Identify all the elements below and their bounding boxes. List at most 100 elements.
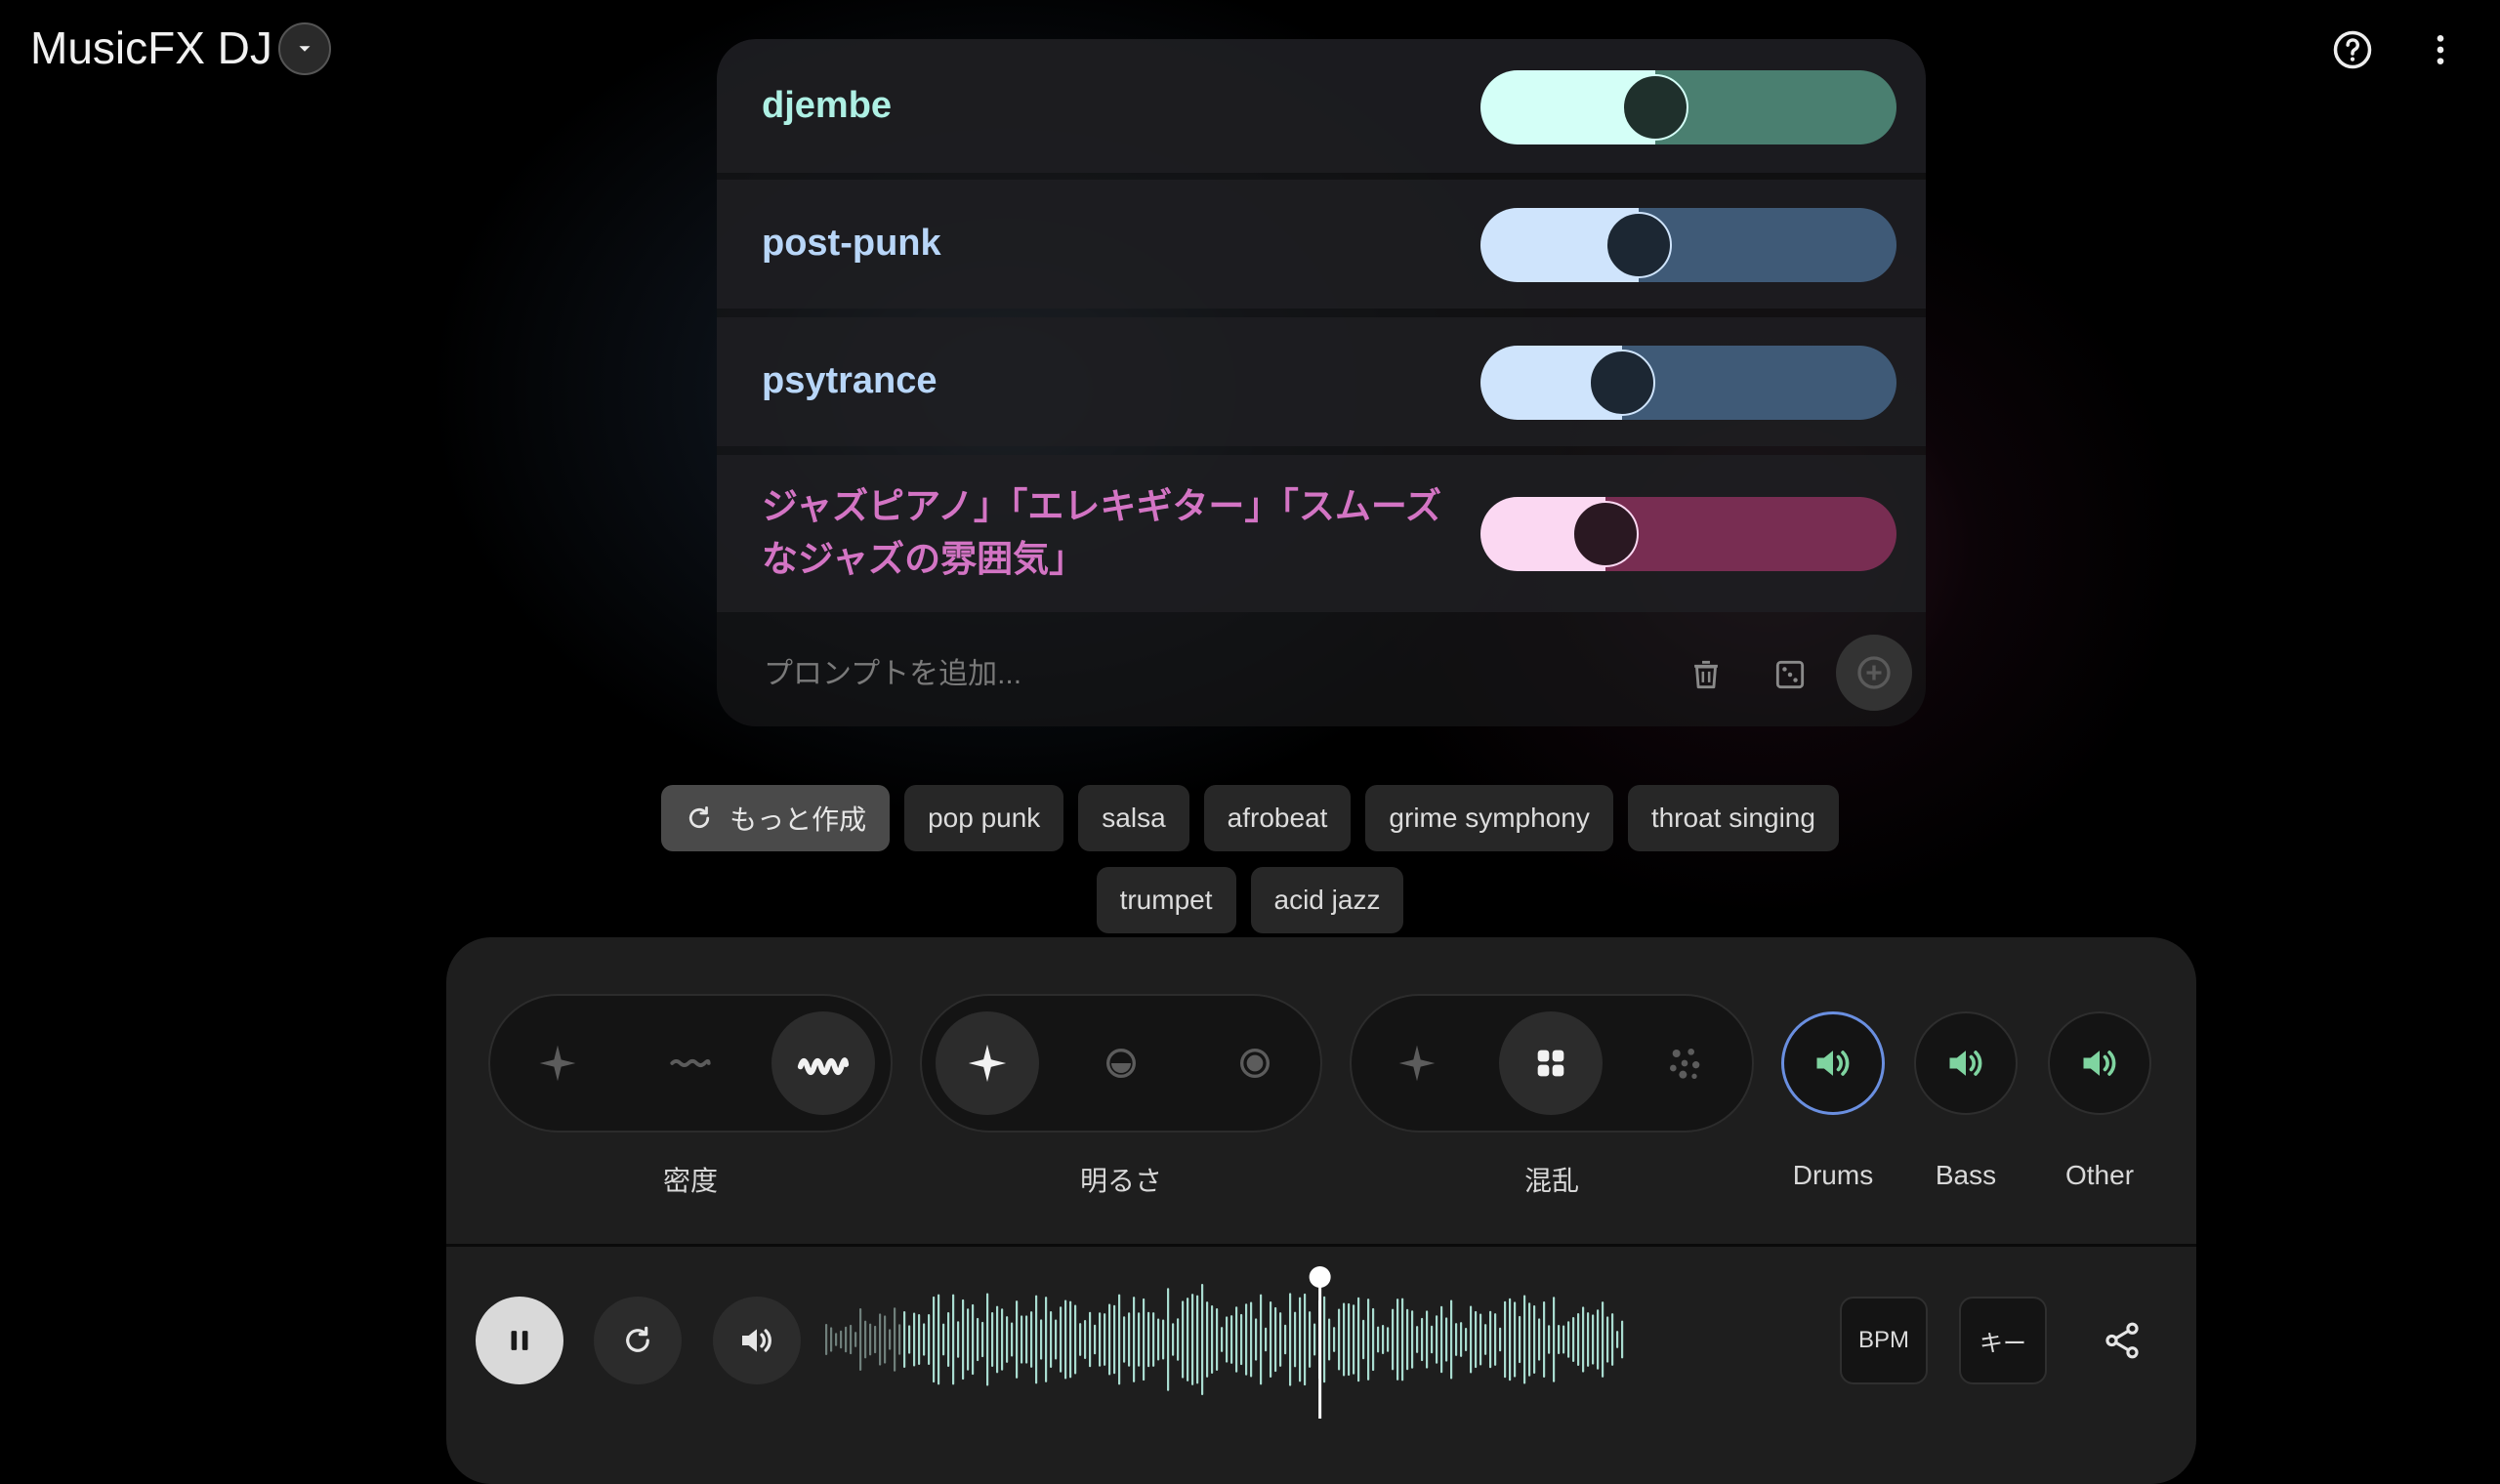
suggestion-chip[interactable]: salsa xyxy=(1078,785,1189,851)
waveform-display[interactable] xyxy=(822,1250,1625,1419)
help-button[interactable] xyxy=(2330,27,2375,72)
waveform-bar xyxy=(1133,1297,1136,1382)
stem-bass-button[interactable] xyxy=(1914,1011,2018,1115)
suggestion-chip[interactable]: afrobeat xyxy=(1203,785,1352,851)
chaos-option-0[interactable] xyxy=(1365,1011,1469,1115)
waveform-bar xyxy=(1582,1306,1585,1373)
waveform-bar xyxy=(1553,1297,1556,1382)
volume-button[interactable] xyxy=(713,1297,801,1384)
waveform-bar xyxy=(1592,1314,1595,1365)
prompt-weight-slider[interactable] xyxy=(1480,346,1896,420)
chaos-option-1[interactable] xyxy=(1499,1011,1603,1115)
scatter-icon xyxy=(1670,1049,1700,1079)
slider-thumb[interactable] xyxy=(1604,212,1672,278)
waveform-bar xyxy=(1201,1284,1204,1395)
waveform-bar xyxy=(1118,1294,1121,1385)
waveform-bar xyxy=(1294,1311,1297,1368)
waveform-bar xyxy=(1431,1325,1434,1354)
slider-thumb[interactable] xyxy=(1571,501,1639,567)
waveform-bar xyxy=(1353,1304,1355,1375)
waveform-bar xyxy=(908,1325,911,1354)
playhead-knob[interactable] xyxy=(1309,1266,1331,1288)
waveform-bar xyxy=(869,1323,872,1356)
key-button[interactable]: キー xyxy=(1959,1297,2047,1384)
waveform-bar xyxy=(1177,1318,1180,1361)
waveform-bar xyxy=(1499,1327,1502,1352)
waveform-bar xyxy=(947,1312,950,1367)
suggestion-chip[interactable]: throat singing xyxy=(1627,785,1839,851)
prompt-weight-slider[interactable] xyxy=(1480,208,1896,282)
brightness-label: 明るさ xyxy=(1079,1166,1162,1196)
waveform-bar xyxy=(1616,1331,1619,1348)
waveform-bar xyxy=(1270,1301,1272,1378)
prompt-text[interactable]: ジャズピアノ」「エレキギター」「スムーズなジャズの雰囲気」 xyxy=(762,480,1445,586)
brightness-option-2[interactable] xyxy=(1203,1011,1307,1115)
more-options-button[interactable] xyxy=(2418,27,2463,72)
waveform-bar xyxy=(1479,1313,1482,1366)
share-button[interactable] xyxy=(2078,1297,2166,1384)
waveform-bar xyxy=(1084,1319,1087,1360)
waveform-bar xyxy=(1333,1327,1336,1352)
bpm-button[interactable]: BPM xyxy=(1840,1297,1928,1384)
waveform-bar xyxy=(898,1324,901,1355)
waveform-bar xyxy=(1323,1296,1326,1383)
waveform-bar xyxy=(1152,1312,1155,1367)
delete-button[interactable] xyxy=(1682,650,1730,699)
waveform-bar xyxy=(850,1324,853,1355)
add-prompt-input[interactable] xyxy=(762,650,1645,699)
add-prompt-button[interactable] xyxy=(1836,635,1912,711)
stem-other-button[interactable] xyxy=(2048,1011,2151,1115)
density-option-1[interactable] xyxy=(639,1011,742,1115)
waveform-bar xyxy=(1519,1315,1521,1364)
brightness-option-0[interactable] xyxy=(936,1011,1039,1115)
waveform-bar xyxy=(1548,1325,1551,1354)
app-menu-dropdown-button[interactable] xyxy=(278,22,331,75)
waveform-bar xyxy=(1055,1319,1058,1360)
waveform-bar xyxy=(1538,1318,1541,1361)
waveform-bar xyxy=(1216,1308,1219,1371)
brightness-option-1[interactable] xyxy=(1069,1011,1173,1115)
suggestion-chip[interactable]: trumpet xyxy=(1096,867,1236,933)
waveform-bar xyxy=(1411,1310,1414,1369)
waveform-bar xyxy=(938,1294,940,1385)
waveform-bar xyxy=(1104,1313,1106,1366)
random-prompt-button[interactable] xyxy=(1766,650,1814,699)
waveform-bar xyxy=(845,1326,848,1353)
waveform-bar xyxy=(859,1307,862,1372)
prompt-text[interactable]: djembe xyxy=(762,85,892,127)
waveform-bar xyxy=(1309,1311,1312,1368)
refresh-icon xyxy=(685,804,714,833)
waveform-bar xyxy=(1094,1324,1097,1355)
pause-button[interactable] xyxy=(476,1297,563,1384)
prompt-weight-slider[interactable] xyxy=(1480,497,1896,571)
suggestion-chip[interactable]: grime symphony xyxy=(1365,785,1613,851)
waveform-bar xyxy=(1509,1298,1512,1381)
waveform-bar xyxy=(1523,1295,1526,1384)
waveform-bar xyxy=(830,1327,833,1352)
slider-thumb[interactable] xyxy=(1588,350,1655,416)
waveform-bar xyxy=(1470,1305,1473,1374)
volume-icon xyxy=(742,1329,771,1352)
chaos-option-2[interactable] xyxy=(1633,1011,1736,1115)
waveform-bar xyxy=(1587,1312,1590,1367)
reset-button[interactable] xyxy=(594,1297,682,1384)
waveform-bar xyxy=(1377,1326,1380,1353)
waveform-bar xyxy=(986,1293,989,1386)
prompt-weight-slider[interactable] xyxy=(1480,70,1896,144)
suggestion-chip[interactable]: acid jazz xyxy=(1250,867,1404,933)
dice-icon xyxy=(1775,660,1805,689)
waveform-bar xyxy=(1147,1311,1150,1368)
waveform-bar xyxy=(1030,1311,1033,1368)
density-option-0[interactable] xyxy=(506,1011,609,1115)
generate-more-button[interactable]: もっと作成 xyxy=(661,785,891,851)
prompt-text[interactable]: psytrance xyxy=(762,360,938,402)
waveform-bar xyxy=(1348,1302,1351,1377)
stem-drums-button[interactable] xyxy=(1781,1011,1885,1115)
suggestion-chip[interactable]: pop punk xyxy=(904,785,1064,851)
waveform-bar xyxy=(1304,1293,1307,1386)
prompt-row: psytrance xyxy=(717,317,1926,446)
prompt-text[interactable]: post-punk xyxy=(762,223,941,265)
density-option-2[interactable] xyxy=(771,1011,875,1115)
slider-thumb[interactable] xyxy=(1621,74,1688,141)
slider-track xyxy=(1638,208,1896,282)
